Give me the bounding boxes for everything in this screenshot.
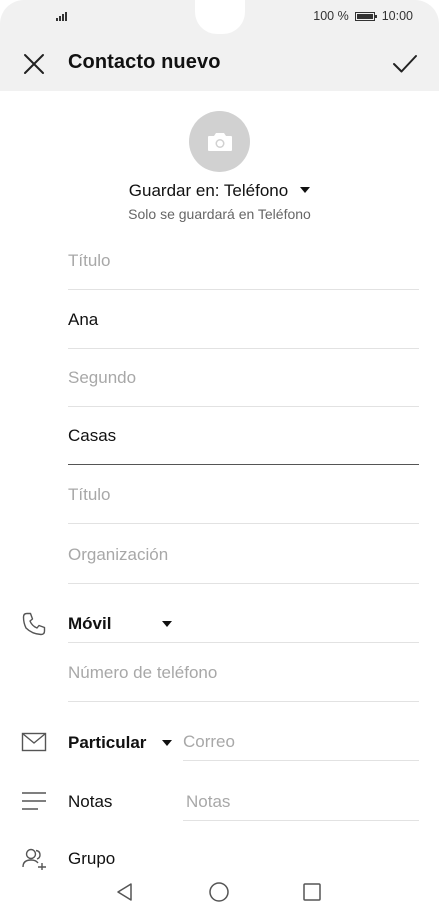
phone-type-selector[interactable]: Móvil <box>68 584 419 643</box>
name-suffix-placeholder: Título <box>68 485 111 504</box>
middle-name-field[interactable]: Segundo <box>68 348 419 407</box>
storage-label: Guardar en: Teléfono <box>128 181 289 200</box>
add-photo-button[interactable] <box>189 111 250 172</box>
battery-percent: 100 % <box>313 9 349 23</box>
storage-selector[interactable]: Guardar en: Teléfono <box>0 181 439 201</box>
display-notch <box>195 0 245 34</box>
dropdown-arrow-icon <box>300 186 311 193</box>
email-type-label: Particular <box>68 733 147 752</box>
notes-icon <box>20 787 48 815</box>
last-name-field[interactable]: Casas <box>68 406 419 465</box>
screen-corner <box>0 0 24 24</box>
field-underline <box>183 820 419 821</box>
notes-field[interactable]: Notas <box>183 762 419 821</box>
phone-number-placeholder: Número de teléfono <box>68 663 218 682</box>
email-placeholder: Correo <box>183 732 235 751</box>
status-bar: 100 % 10:00 <box>0 0 439 34</box>
field-underline <box>68 523 419 524</box>
last-name-value: Casas <box>68 426 117 445</box>
camera-icon <box>207 132 232 151</box>
close-button[interactable] <box>18 48 50 80</box>
page-title: Contacto nuevo <box>68 51 221 73</box>
organization-placeholder: Organización <box>68 545 169 564</box>
first-name-field[interactable]: Ana <box>68 290 419 349</box>
middle-name-placeholder: Segundo <box>68 368 137 387</box>
back-icon <box>117 883 132 901</box>
storage-note: Solo se guardará en Teléfono <box>128 206 311 222</box>
nav-back-button[interactable] <box>113 880 137 904</box>
group-icon <box>20 845 48 873</box>
clock: 10:00 <box>381 9 413 23</box>
field-underline <box>183 760 419 761</box>
battery-icon <box>354 11 377 21</box>
first-name-value: Ana <box>68 310 99 329</box>
name-suffix-field[interactable]: Título <box>68 465 419 524</box>
email-field[interactable]: Correo <box>183 702 419 761</box>
notes-label: Notas <box>68 792 113 811</box>
close-icon <box>24 54 44 74</box>
check-icon <box>393 55 417 73</box>
dropdown-arrow-icon <box>162 740 172 746</box>
phone-icon <box>20 610 48 638</box>
phone-number-field[interactable]: Número de teléfono <box>68 643 419 702</box>
app-header: 100 % 10:00 Contacto nuevo <box>0 0 439 91</box>
dropdown-arrow-icon <box>162 621 172 627</box>
navigation-bar <box>0 870 439 914</box>
save-button[interactable] <box>389 48 421 80</box>
group-label: Grupo <box>68 849 116 868</box>
screen-corner <box>415 0 439 24</box>
recents-icon <box>303 883 321 901</box>
status-indicators: 100 % 10:00 <box>313 9 413 23</box>
name-prefix-field[interactable]: Título <box>68 231 419 290</box>
notes-placeholder: Notas <box>186 792 231 811</box>
signal-icon <box>56 11 70 21</box>
nav-recents-button[interactable] <box>300 880 324 904</box>
email-type-selector[interactable]: Particular <box>68 720 183 779</box>
phone-type-label: Móvil <box>68 614 112 633</box>
home-icon <box>209 882 229 902</box>
organization-field[interactable]: Organización <box>68 525 419 584</box>
name-prefix-placeholder: Título <box>68 251 111 270</box>
email-icon <box>20 728 48 756</box>
nav-home-button[interactable] <box>207 880 231 904</box>
